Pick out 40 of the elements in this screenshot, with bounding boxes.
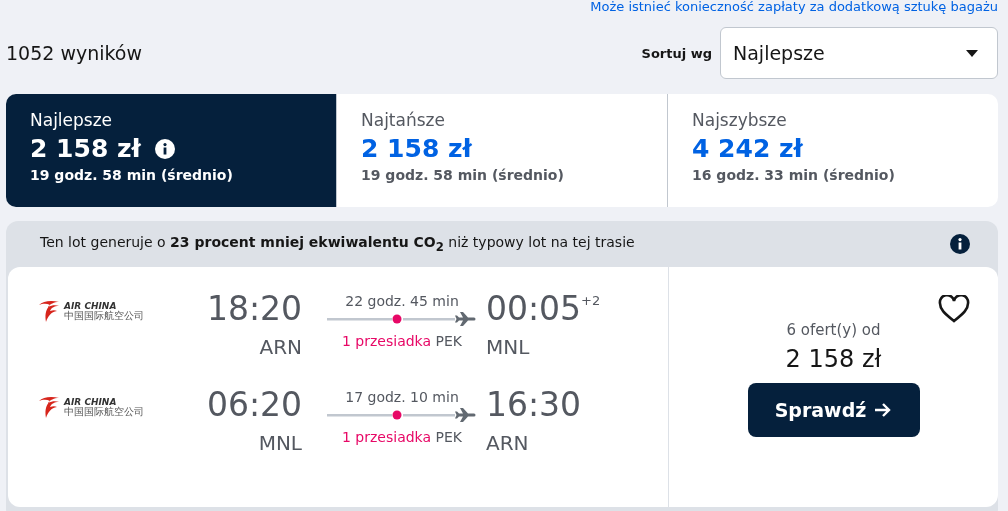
sort-label: Sortuj wg — [641, 45, 712, 61]
eco-message: Ten lot generuje o 23 procent mniej ekwiwalentu CO$_{2}$ niż typowy lot na tej trasie — [40, 234, 635, 254]
arrival-time: 00:05 — [486, 289, 582, 329]
departure-airport: MNL — [258, 431, 302, 455]
tab-duration: 16 godz. 33 min (średnio) — [692, 167, 896, 183]
sort-tab[interactable]: Najlepsze 2 158 zł 19 godz. 58 min (średnio) — [6, 94, 336, 207]
flight-duration: 17 godz. 10 min — [345, 389, 459, 405]
departure-time: 06:20 — [206, 385, 302, 425]
airline-logo: AIR CHINA 中国国际航空公司 — [36, 395, 156, 419]
tab-label: Najszybsze — [692, 110, 788, 130]
flight-duration: 22 godz. 45 min — [345, 293, 459, 309]
airline-logo: AIR CHINA 中国国际航空公司 — [36, 299, 156, 323]
tab-price: 2 158 zł — [361, 134, 472, 163]
day-offset: +2 — [581, 293, 601, 308]
tab-label: Najlepsze — [30, 110, 114, 130]
arrival-airport: MNL — [486, 335, 531, 359]
baggage-link[interactable]: Może istnieć konieczność zapłaty za dodatkową sztukę bagażu — [590, 0, 998, 14]
arrival-time: 16:30 — [486, 385, 582, 425]
tab-duration: 19 godz. 58 min (średnio) — [30, 167, 234, 183]
offers-count: 6 ofert(y) od — [786, 321, 881, 339]
stops-info: 1 przesiadka PEK — [342, 429, 462, 445]
check-button[interactable]: Sprawdź — [747, 383, 920, 437]
arrival-airport: ARN — [486, 431, 530, 455]
departure-time: 18:20 — [206, 289, 302, 329]
results-count: 1052 wyników — [6, 42, 142, 64]
tab-label: Najtańsze — [361, 110, 446, 130]
caret-icon — [965, 48, 979, 58]
sort-tab[interactable]: Najtańsze 2 158 zł 19 godz. 58 min (średnio) — [336, 94, 667, 207]
tab-price: 2 158 zł — [30, 134, 141, 163]
stops-info: 1 przesiadka PEK — [342, 333, 462, 349]
info-icon[interactable] — [950, 234, 970, 254]
arrow-icon — [874, 402, 893, 418]
sort-tab[interactable]: Najszybsze 4 242 zł 16 godz. 33 min (średnio) — [667, 94, 998, 207]
tab-duration: 19 godz. 58 min (średnio) — [361, 167, 565, 183]
offer-price: 2 158 zł — [785, 345, 882, 373]
info-icon[interactable] — [154, 138, 175, 159]
heart-icon[interactable] — [938, 295, 970, 323]
sort-dropdown[interactable]: Najlepsze — [720, 27, 998, 79]
departure-airport: ARN — [259, 335, 302, 359]
tab-price: 4 242 zł — [692, 134, 803, 163]
